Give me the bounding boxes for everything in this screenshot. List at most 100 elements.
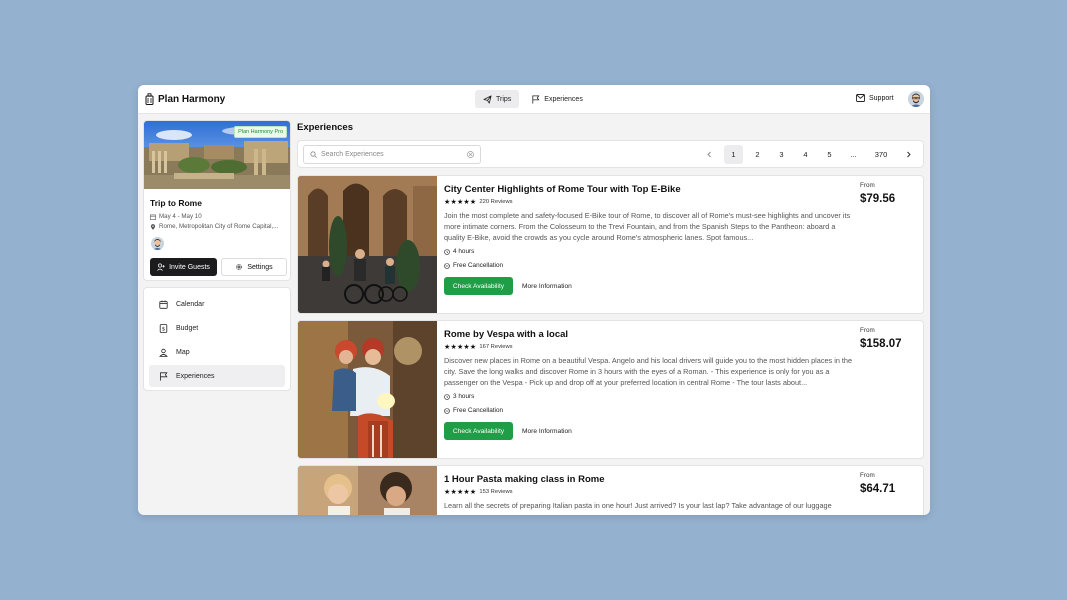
experience-card[interactable]: 1 Hour Pasta making class in Rome ★★★★★ … [297, 465, 924, 515]
search-placeholder: Search Experiences [321, 151, 384, 158]
pagination: 1 2 3 4 5 ... 370 [700, 145, 918, 164]
free-cancellation-text: Free Cancellation [453, 407, 504, 414]
app-window: Plan Harmony Trips Experiences Support P… [138, 85, 930, 515]
more-information-button[interactable]: More Information [522, 277, 572, 295]
sidebar-item-label: Budget [176, 324, 199, 332]
sidebar-item-map[interactable]: Map [149, 341, 285, 363]
settings-label: Settings [247, 263, 273, 271]
rating: ★★★★★ 153 Reviews [444, 488, 513, 496]
flag-icon [532, 94, 540, 104]
user-plus-icon [157, 263, 165, 271]
page-1-button[interactable]: 1 [724, 145, 743, 164]
more-information-button[interactable]: More Information [522, 422, 572, 440]
star-rating-icon: ★★★★★ [444, 344, 477, 351]
settings-button[interactable]: Settings [221, 258, 287, 276]
clear-icon[interactable] [467, 151, 474, 158]
price: $158.07 [860, 338, 902, 350]
trip-location: Rome, Metropolitan City of Rome Capital,… [150, 223, 278, 230]
trip-dates: May 4 - May 10 [150, 213, 202, 220]
last-page-button[interactable]: 370 [868, 145, 894, 164]
app-name: Plan Harmony [158, 93, 226, 105]
guest-avatar[interactable] [151, 237, 164, 250]
page-3-button[interactable]: 3 [772, 145, 791, 164]
experience-title[interactable]: Rome by Vespa with a local [444, 329, 568, 340]
rating: ★★★★★ 220 Reviews [444, 198, 513, 206]
cancellation-icon [444, 407, 450, 414]
experience-title[interactable]: City Center Highlights of Rome Tour with… [444, 184, 681, 195]
free-cancellation-text: Free Cancellation [453, 262, 504, 269]
mail-icon [856, 94, 865, 102]
support-link[interactable]: Support [856, 94, 894, 102]
trip-hero-image: Plan Harmony Pro [144, 121, 290, 189]
nav-experiences-label: Experiences [544, 95, 583, 103]
prev-page-button[interactable] [700, 145, 719, 164]
price: $64.71 [860, 483, 896, 495]
experience-card[interactable]: City Center Highlights of Rome Tour with… [297, 175, 924, 314]
map-pin-icon [150, 223, 156, 230]
chevron-right-icon [907, 151, 911, 158]
nav-trips[interactable]: Trips [475, 90, 520, 108]
trip-dates-text: May 4 - May 10 [159, 213, 202, 220]
search-input[interactable]: Search Experiences [303, 145, 481, 164]
cancellation-icon [444, 262, 450, 269]
next-page-button[interactable] [899, 145, 918, 164]
experience-card[interactable]: Rome by Vespa with a local ★★★★★ 167 Rev… [297, 320, 924, 459]
calendar-icon [159, 300, 168, 309]
invite-guests-button[interactable]: Invite Guests [150, 258, 217, 276]
main-nav: Trips Experiences [475, 90, 591, 108]
page-5-button[interactable]: 5 [820, 145, 839, 164]
dollar-receipt-icon: $ [159, 323, 168, 333]
experience-title[interactable]: 1 Hour Pasta making class in Rome [444, 474, 605, 485]
flag-icon [160, 371, 168, 381]
experience-image[interactable] [298, 321, 437, 458]
gear-icon [236, 264, 243, 270]
rating: ★★★★★ 167 Reviews [444, 343, 513, 351]
duration: 4 hours [444, 248, 474, 255]
user-pin-icon [159, 348, 168, 357]
page-2-button[interactable]: 2 [748, 145, 767, 164]
price-from-label: From [860, 182, 875, 189]
sidebar-item-calendar[interactable]: Calendar [149, 293, 285, 315]
experience-image[interactable] [298, 176, 437, 313]
page-4-button[interactable]: 4 [796, 145, 815, 164]
nav-trips-label: Trips [496, 95, 512, 103]
experience-description: Join the most complete and safety-focuse… [444, 211, 851, 243]
check-availability-button[interactable]: Check Availability [444, 422, 513, 440]
plane-icon [483, 94, 492, 104]
review-count: 167 Reviews [479, 344, 513, 350]
free-cancellation: Free Cancellation [444, 407, 503, 414]
duration-text: 3 hours [453, 393, 475, 400]
sidebar-item-budget[interactable]: $ Budget [149, 317, 285, 339]
duration: 3 hours [444, 393, 474, 400]
luggage-icon [145, 93, 154, 105]
user-avatar[interactable] [908, 91, 924, 107]
experience-image[interactable] [298, 466, 437, 515]
logo[interactable]: Plan Harmony [145, 93, 225, 105]
clock-icon [444, 393, 450, 400]
search-icon [310, 151, 317, 158]
sidebar-item-label: Calendar [176, 300, 205, 308]
pro-badge: Plan Harmony Pro [234, 126, 287, 138]
duration-text: 4 hours [453, 248, 475, 255]
trip-location-text: Rome, Metropolitan City of Rome Capital,… [159, 223, 279, 230]
pagination-ellipsis[interactable]: ... [844, 145, 863, 164]
star-rating-icon: ★★★★★ [444, 199, 477, 206]
trip-title: Trip to Rome [150, 198, 202, 208]
price-from-label: From [860, 472, 875, 479]
experiences-toolbar: Search Experiences 1 2 3 4 5 ... 370 [297, 140, 924, 168]
check-availability-button[interactable]: Check Availability [444, 277, 513, 295]
sidebar-menu: Calendar $ Budget Map Experiences [143, 287, 291, 391]
clock-icon [444, 248, 450, 255]
review-count: 220 Reviews [479, 199, 513, 205]
experience-description: Learn all the secrets of preparing Itali… [444, 501, 832, 510]
svg-text:$: $ [162, 326, 166, 332]
experience-description: Discover new places in Rome on a beautif… [444, 356, 853, 388]
nav-experiences[interactable]: Experiences [523, 90, 591, 108]
review-count: 153 Reviews [479, 489, 513, 495]
sidebar-item-experiences[interactable]: Experiences [149, 365, 285, 387]
price: $79.56 [860, 193, 896, 205]
star-rating-icon: ★★★★★ [444, 489, 477, 496]
free-cancellation: Free Cancellation [444, 262, 503, 269]
trip-card: Plan Harmony Pro Trip to Rome May 4 - Ma… [143, 120, 291, 281]
invite-guests-label: Invite Guests [169, 263, 210, 271]
